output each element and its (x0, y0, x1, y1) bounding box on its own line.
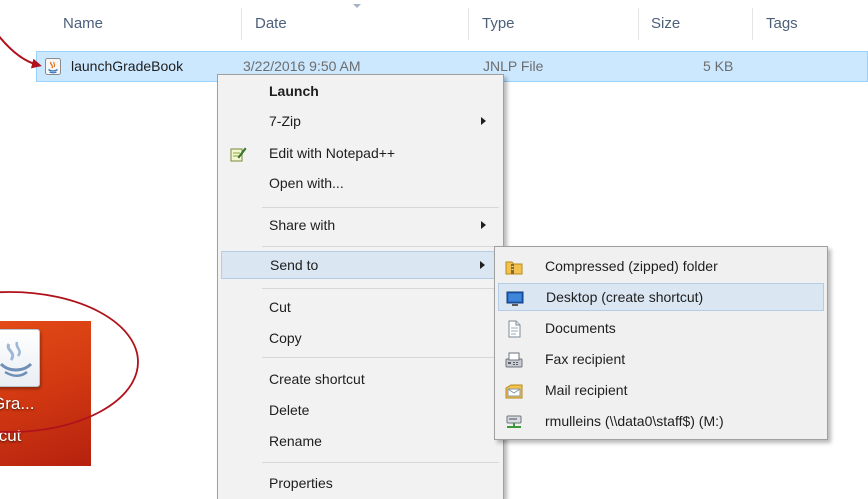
submenu-arrow-icon (480, 261, 485, 269)
shortcut-label: Gra... (0, 394, 35, 413)
menu-item-send-to[interactable]: Send to (221, 251, 500, 279)
shortcut-label: tcut (0, 426, 22, 445)
menu-separator (262, 207, 499, 208)
desktop-shortcut-icon[interactable]: Gra... tcut (0, 321, 91, 466)
column-header: Name Date Type Size Tags (0, 0, 868, 48)
menu-item-edit-notepad[interactable]: Edit with Notepad++ (221, 139, 500, 167)
send-to-desktop[interactable]: Desktop (create shortcut) (498, 283, 824, 311)
menu-separator (262, 357, 499, 358)
send-to-fax-recipient[interactable]: Fax recipient (498, 345, 824, 373)
column-divider[interactable] (752, 8, 753, 40)
column-divider[interactable] (468, 8, 469, 40)
menu-item-share-with[interactable]: Share with (221, 211, 500, 239)
menu-separator (262, 246, 499, 247)
network-drive-icon (505, 412, 523, 430)
menu-separator (262, 462, 499, 463)
menu-item-copy[interactable]: Copy (221, 324, 500, 352)
sort-indicator-icon (353, 4, 361, 8)
column-date[interactable]: Date (255, 0, 287, 48)
zip-folder-icon (505, 257, 523, 275)
context-menu: Launch 7-Zip Edit with Notepad++ Open wi… (217, 74, 504, 499)
send-to-network-drive[interactable]: rmulleins (\\data0\staff$) (M:) (498, 407, 824, 435)
column-type[interactable]: Type (482, 0, 515, 48)
desktop-monitor-icon (506, 288, 524, 306)
file-size: 5 KB (703, 58, 734, 74)
menu-item-launch[interactable]: Launch (221, 77, 500, 105)
fax-icon (505, 350, 523, 368)
menu-item-open-with[interactable]: Open with... (221, 169, 500, 197)
submenu-arrow-icon (481, 221, 486, 229)
column-tags[interactable]: Tags (766, 0, 798, 48)
documents-icon (505, 319, 523, 338)
java-file-icon (45, 58, 61, 75)
menu-item-create-shortcut[interactable]: Create shortcut (221, 365, 500, 393)
menu-item-7zip[interactable]: 7-Zip (221, 107, 500, 135)
java-document-icon (0, 329, 40, 387)
menu-item-rename[interactable]: Rename (221, 427, 500, 455)
submenu-arrow-icon (481, 117, 486, 125)
column-divider[interactable] (241, 8, 242, 40)
notepad-plus-plus-icon (229, 144, 247, 162)
menu-item-cut[interactable]: Cut (221, 293, 500, 321)
mail-recipient-icon (505, 381, 523, 399)
file-name: launchGradeBook (71, 58, 184, 74)
send-to-mail-recipient[interactable]: Mail recipient (498, 376, 824, 404)
menu-item-properties[interactable]: Properties (221, 469, 500, 497)
menu-item-delete[interactable]: Delete (221, 396, 500, 424)
send-to-documents[interactable]: Documents (498, 314, 824, 342)
column-name[interactable]: Name (63, 0, 103, 48)
send-to-submenu: Compressed (zipped) folder Desktop (crea… (494, 246, 828, 440)
send-to-compressed-folder[interactable]: Compressed (zipped) folder (498, 252, 824, 280)
column-divider[interactable] (638, 8, 639, 40)
column-size[interactable]: Size (651, 0, 680, 48)
menu-separator (262, 288, 499, 289)
